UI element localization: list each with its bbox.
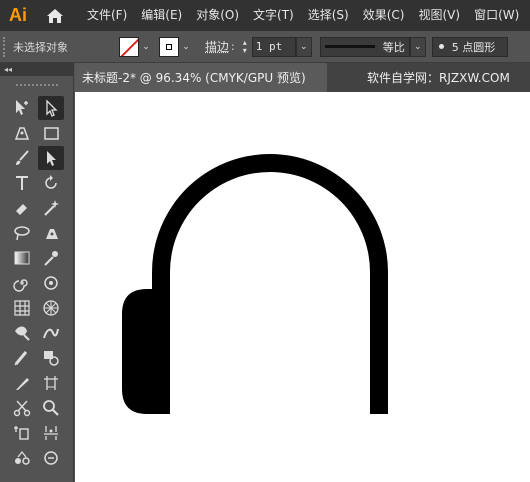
scissors-icon[interactable]: [9, 396, 35, 420]
app-logo[interactable]: Ai: [0, 0, 36, 31]
pen-tool-icon[interactable]: [9, 121, 35, 145]
headphone-artwork[interactable]: [75, 92, 530, 482]
rectangle-tool-icon[interactable]: [38, 121, 64, 145]
shape-builder-icon[interactable]: [38, 346, 64, 370]
home-icon[interactable]: [40, 0, 70, 31]
control-bar-grip[interactable]: [3, 36, 9, 57]
stroke-weight-input[interactable]: 1 pt: [251, 36, 296, 57]
type-tool-icon[interactable]: [9, 171, 35, 195]
profile-dropdown[interactable]: ⌄: [409, 36, 426, 57]
eyedropper-icon[interactable]: [38, 246, 64, 270]
rotate-tool-icon[interactable]: [38, 171, 64, 195]
stroke-label[interactable]: 描边: [205, 38, 229, 55]
artboard-canvas[interactable]: [75, 92, 530, 482]
gradient-tool-icon[interactable]: [9, 246, 35, 270]
stroke-colon: :: [231, 40, 235, 53]
fill-swatch[interactable]: [159, 36, 179, 57]
zoom-tool-icon[interactable]: [38, 396, 64, 420]
screen-mode-icon[interactable]: [38, 446, 64, 470]
toolbar-collapse[interactable]: ◂◂: [0, 63, 74, 76]
menu-bar: Ai 文件(F) 编辑(E) 对象(O) 文字(T) 选择(S) 效果(C) 视…: [0, 0, 530, 31]
document-tab[interactable]: 未标题-2* @ 96.34% (CMYK/GPU 预览): [75, 63, 327, 92]
hand-tool-icon[interactable]: [38, 421, 64, 445]
menu-effect[interactable]: 效果(C): [356, 0, 412, 31]
brush-definition[interactable]: 5 点圆形: [431, 36, 508, 57]
control-bar: 未选择对象 ⌄ ⌄ 描边 : ▴ ▾ 1 pt ⌄ 等比 ⌄ 5 点圆形: [0, 31, 530, 63]
menu-type[interactable]: 文字(T): [246, 0, 301, 31]
site-watermark: 软件自学网：RJZXW.COM: [367, 71, 510, 85]
direct-selection-tool-icon[interactable]: [38, 96, 64, 120]
lasso-icon[interactable]: [9, 221, 35, 245]
knife-icon[interactable]: [9, 371, 35, 395]
brush-label: 5 点圆形: [451, 40, 496, 54]
tools-panel-grip[interactable]: [16, 84, 58, 88]
document-tab-bar: 未标题-2* @ 96.34% (CMYK/GPU 预览) 软件自学网：RJZX…: [75, 63, 530, 92]
headband-arc[interactable]: [152, 154, 388, 414]
menu-edit[interactable]: 编辑(E): [134, 0, 189, 31]
menu-select[interactable]: 选择(S): [301, 0, 356, 31]
pencil-tool-icon[interactable]: [38, 146, 64, 170]
menu-window[interactable]: 窗口(W): [467, 0, 526, 31]
curvature-pen-icon[interactable]: [38, 221, 64, 245]
menu-view[interactable]: 视图(V): [411, 0, 467, 31]
fill-stroke-swap-icon[interactable]: [9, 446, 35, 470]
grid-tool-icon[interactable]: [9, 296, 35, 320]
artboard-icon[interactable]: [38, 371, 64, 395]
menu-object[interactable]: 对象(O): [189, 0, 246, 31]
perspective-grid-icon[interactable]: [38, 296, 64, 320]
profile-label: 等比: [382, 40, 405, 54]
selection-tool-icon[interactable]: [9, 96, 35, 120]
stroke-weight-stepper[interactable]: ▴ ▾: [238, 37, 252, 57]
stroke-weight-dropdown[interactable]: ⌄: [295, 36, 312, 57]
tools-panel: [0, 76, 74, 482]
selection-status: 未选择对象: [13, 40, 68, 54]
fill-color-dropdown[interactable]: ⌄: [179, 37, 193, 57]
magic-wand-icon[interactable]: [38, 196, 64, 220]
puppet-warp-icon[interactable]: [38, 321, 64, 345]
stroke-color-dropdown[interactable]: ⌄: [139, 37, 153, 57]
brush-dot-icon: [438, 44, 444, 49]
eraser-tool-icon[interactable]: [9, 196, 35, 220]
symbol-sprayer-icon[interactable]: [38, 271, 64, 295]
width-tool-icon[interactable]: [9, 321, 35, 345]
stroke-none-swatch[interactable]: [119, 36, 139, 57]
column-graph-icon[interactable]: [9, 346, 35, 370]
spiral-icon[interactable]: [9, 271, 35, 295]
variable-width-profile[interactable]: 等比: [319, 36, 410, 57]
menu-file[interactable]: 文件(F): [80, 0, 134, 31]
brush-tool-icon[interactable]: [9, 146, 35, 170]
profile-line-icon: [324, 45, 375, 48]
slice-icon[interactable]: [9, 421, 35, 445]
left-ear-cup[interactable]: [122, 289, 170, 414]
